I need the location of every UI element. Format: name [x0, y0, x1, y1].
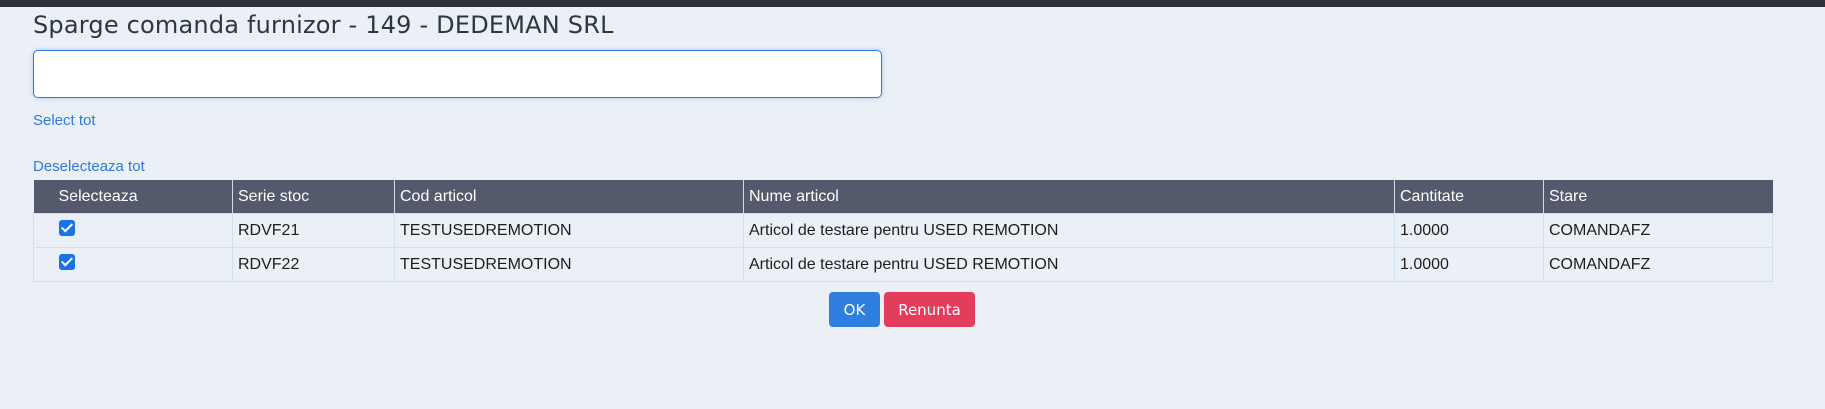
deselect-all-link[interactable]: Deselecteaza tot — [33, 158, 145, 175]
cell-stare: COMANDAFZ — [1543, 247, 1773, 282]
select-all-link[interactable]: Select tot — [33, 112, 96, 129]
row-checkbox[interactable] — [59, 220, 75, 237]
ok-button[interactable]: OK — [829, 292, 880, 327]
top-bar — [0, 0, 1825, 7]
select-cell — [33, 213, 233, 248]
cell-cantitate: 1.0000 — [1394, 247, 1544, 282]
page-title: Sparge comanda furnizor - 149 - DEDEMAN … — [33, 11, 614, 39]
cancel-button[interactable]: Renunta — [884, 292, 975, 327]
column-header-select[interactable]: Selecteaza — [33, 180, 233, 214]
select-cell — [33, 247, 233, 282]
cell-serie-stoc: RDVF22 — [232, 247, 395, 282]
column-header-cantitate[interactable]: Cantitate — [1394, 180, 1544, 214]
column-header-cod-articol[interactable]: Cod articol — [394, 180, 744, 214]
table-row[interactable]: RDVF22 TESTUSEDREMOTION Articol de testa… — [33, 247, 1773, 282]
cell-stare: COMANDAFZ — [1543, 213, 1773, 248]
row-checkbox[interactable] — [59, 254, 75, 271]
cell-cod-articol: TESTUSEDREMOTION — [394, 213, 744, 248]
cell-cod-articol: TESTUSEDREMOTION — [394, 247, 744, 282]
cell-nume-articol: Articol de testare pentru USED REMOTION — [743, 247, 1395, 282]
column-header-serie-stoc[interactable]: Serie stoc — [232, 180, 395, 214]
cell-serie-stoc: RDVF21 — [232, 213, 395, 248]
table-header-row: Selecteaza Serie stoc Cod articol Nume a… — [33, 180, 1773, 214]
column-header-stare[interactable]: Stare — [1543, 180, 1773, 214]
cell-cantitate: 1.0000 — [1394, 213, 1544, 248]
search-input[interactable] — [33, 50, 882, 98]
column-header-nume-articol[interactable]: Nume articol — [743, 180, 1395, 214]
cell-nume-articol: Articol de testare pentru USED REMOTION — [743, 213, 1395, 248]
items-table: Selecteaza Serie stoc Cod articol Nume a… — [33, 180, 1773, 282]
table-row[interactable]: RDVF21 TESTUSEDREMOTION Articol de testa… — [33, 213, 1773, 248]
